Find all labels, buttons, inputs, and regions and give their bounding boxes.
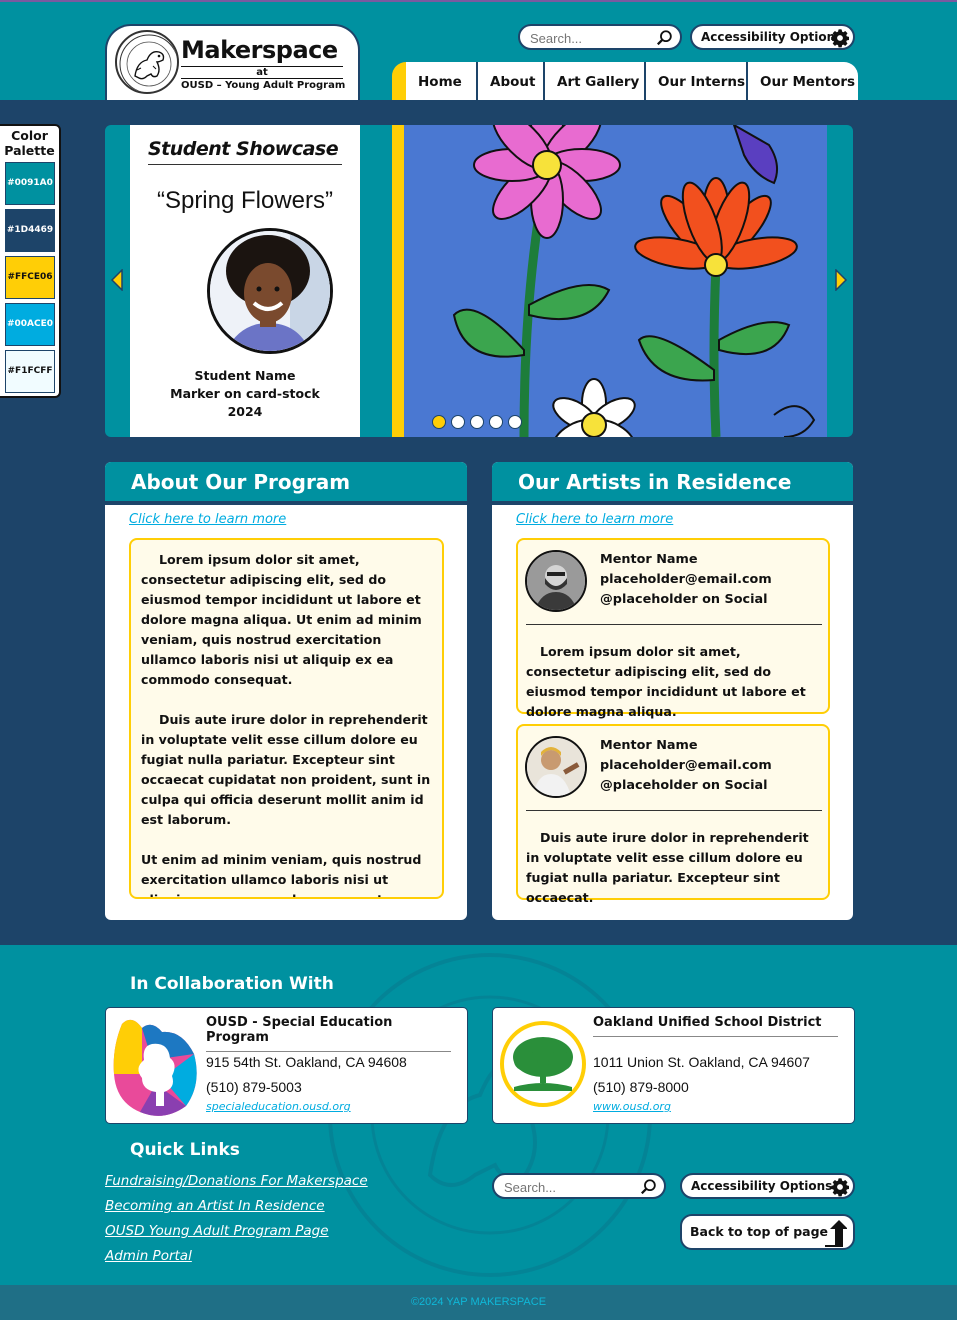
carousel-dot[interactable] xyxy=(432,415,446,429)
mentor-email: placeholder@email.com xyxy=(600,572,772,587)
divider xyxy=(526,624,822,625)
carousel-dots xyxy=(432,415,522,429)
mentor-name: Mentor Name xyxy=(600,738,698,753)
swatch-teal: #0091A0 xyxy=(5,162,55,205)
header-search[interactable] xyxy=(518,24,682,50)
carousel-dot[interactable] xyxy=(489,415,503,429)
footer-search-input[interactable] xyxy=(504,1178,624,1196)
swatch-sky-blue: #00ACE0 xyxy=(5,303,55,346)
student-portrait xyxy=(207,228,333,354)
next-arrow-icon[interactable] xyxy=(834,269,848,291)
gear-icon xyxy=(831,29,849,48)
artwork-year: 2024 xyxy=(227,404,263,419)
artwork-image xyxy=(392,125,827,437)
logo-title: Makerspace xyxy=(181,36,338,64)
copyright-text: ©2024 YAP MAKERSPACE xyxy=(0,1285,957,1320)
mentor-contact: Mentor Name placeholder@email.com @place… xyxy=(600,550,772,610)
back-to-top-label: Back to top of page xyxy=(690,1224,829,1239)
divider xyxy=(526,810,822,811)
partner-card: OUSD - Special Education Program 915 54t… xyxy=(105,1007,468,1124)
about-learn-more-link[interactable]: Click here to learn more xyxy=(129,512,286,527)
mentor-avatar xyxy=(525,736,587,798)
showcase-heading: Student Showcase xyxy=(148,138,342,165)
partner-card: Oakland Unified School District 1011 Uni… xyxy=(492,1007,855,1124)
quick-link-admin-portal[interactable]: Admin Portal xyxy=(105,1248,192,1264)
color-palette: Color Palette #0091A0 #1D4469 #FFCE06 #0… xyxy=(0,124,61,398)
about-heading: About Our Program xyxy=(105,462,467,505)
mentor-bio: Duis aute irure dolor in reprehenderit i… xyxy=(526,830,809,905)
partner-phone: (510) 879-8000 xyxy=(593,1079,689,1095)
carousel-dot[interactable] xyxy=(508,415,522,429)
partner-name: Oakland Unified School District xyxy=(593,1015,838,1037)
carousel-dot[interactable] xyxy=(470,415,484,429)
artwork-title: “Spring Flowers” xyxy=(156,187,334,214)
student-name: Student Name xyxy=(194,368,296,383)
back-to-top-button[interactable]: Back to top of page xyxy=(680,1214,855,1250)
quick-link-artist-residence[interactable]: Becoming an Artist In Residence xyxy=(105,1198,325,1214)
collab-heading: In Collaboration With xyxy=(130,974,334,994)
gear-icon xyxy=(831,1178,849,1197)
artists-learn-more-link[interactable]: Click here to learn more xyxy=(516,512,673,527)
artists-panel: Our Artists in Residence Click here to l… xyxy=(492,462,853,920)
search-icon[interactable] xyxy=(656,29,674,47)
artwork-details: Student Name Marker on card-stock 2024 xyxy=(130,367,360,421)
mentor-contact: Mentor Name placeholder@email.com @place… xyxy=(600,736,772,796)
mentor-name: Mentor Name xyxy=(600,552,698,567)
showcase-card: Student Showcase “Spring Flowers” Studen… xyxy=(130,125,360,437)
mentor-card: Mentor Name placeholder@email.com @place… xyxy=(516,724,830,905)
swatch-navy: #1D4469 xyxy=(5,209,55,252)
nav-art-gallery[interactable]: Art Gallery xyxy=(543,62,644,100)
footer-accessibility-options-button[interactable]: Accessibility Options xyxy=(680,1173,855,1199)
accessibility-options-button[interactable]: Accessibility Options xyxy=(690,24,855,50)
accessibility-options-label: Accessibility Options xyxy=(691,1179,833,1193)
main-nav: Home About Art Gallery Our Interns Our M… xyxy=(392,62,858,100)
partner-phone: (510) 879-5003 xyxy=(206,1079,302,1095)
mentor-bio: Lorem ipsum dolor sit amet, consectetur … xyxy=(526,644,806,719)
about-paragraph: Lorem ipsum dolor sit amet, consectetur … xyxy=(141,552,422,687)
special-education-logo-icon xyxy=(113,1019,197,1116)
header-search-input[interactable] xyxy=(530,29,650,47)
partner-address: 915 54th St. Oakland, CA 94608 xyxy=(206,1054,407,1070)
nav-about[interactable]: About xyxy=(476,62,543,100)
mentor-avatar xyxy=(525,550,587,612)
mentor-card: Mentor Name placeholder@email.com @place… xyxy=(516,538,830,719)
previous-arrow-icon[interactable] xyxy=(110,269,124,291)
student-showcase-carousel: Student Showcase “Spring Flowers” Studen… xyxy=(105,125,853,437)
nav-our-mentors[interactable]: Our Mentors xyxy=(746,62,858,100)
about-text-box: Lorem ipsum dolor sit amet, consectetur … xyxy=(129,538,444,899)
quick-link-fundraising[interactable]: Fundraising/Donations For Makerspace xyxy=(105,1173,368,1189)
about-paragraph: Duis aute irure dolor in reprehenderit i… xyxy=(141,712,431,827)
up-arrow-icon xyxy=(825,1220,847,1247)
partner-address: 1011 Union St. Oakland, CA 94607 xyxy=(593,1054,810,1070)
about-paragraph: Ut enim ad minim veniam, quis nostrud ex… xyxy=(141,852,422,897)
footer-search[interactable] xyxy=(492,1173,666,1199)
artists-heading: Our Artists in Residence xyxy=(492,462,853,505)
swatch-ice: #F1FCFF xyxy=(5,350,55,393)
partner-contact: 915 54th St. Oakland, CA 94608 (510) 879… xyxy=(206,1050,407,1100)
mentor-email: placeholder@email.com xyxy=(600,758,772,773)
quick-links-heading: Quick Links xyxy=(130,1140,240,1160)
nav-accent xyxy=(392,62,406,100)
dinosaur-emblem-icon xyxy=(115,30,179,94)
palette-title: Color Palette xyxy=(4,128,55,158)
partner-website-link[interactable]: specialeducation.ousd.org xyxy=(206,1100,351,1113)
mentor-social: @placeholder on Social xyxy=(600,592,768,607)
search-icon[interactable] xyxy=(640,1178,658,1196)
quick-link-young-adult-program[interactable]: OUSD Young Adult Program Page xyxy=(105,1223,329,1239)
artwork-medium: Marker on card-stock xyxy=(170,386,320,401)
nav-our-interns[interactable]: Our Interns xyxy=(644,62,746,100)
about-panel: About Our Program Click here to learn mo… xyxy=(105,462,467,920)
partner-contact: 1011 Union St. Oakland, CA 94607 (510) 8… xyxy=(593,1050,810,1100)
logo-subtitle: OUSD – Young Adult Program xyxy=(181,78,346,91)
partner-website-link[interactable]: www.ousd.org xyxy=(593,1100,671,1113)
carousel-dot[interactable] xyxy=(451,415,465,429)
oak-tree-logo-icon xyxy=(500,1021,586,1107)
mentor-social: @placeholder on Social xyxy=(600,778,768,793)
site-logo[interactable]: Makerspace at OUSD – Young Adult Program xyxy=(105,24,360,100)
accessibility-options-label: Accessibility Options xyxy=(701,30,843,44)
swatch-yellow: #FFCE06 xyxy=(5,256,55,299)
nav-home[interactable]: Home xyxy=(406,62,476,100)
partner-name: OUSD - Special Education Program xyxy=(206,1015,451,1052)
